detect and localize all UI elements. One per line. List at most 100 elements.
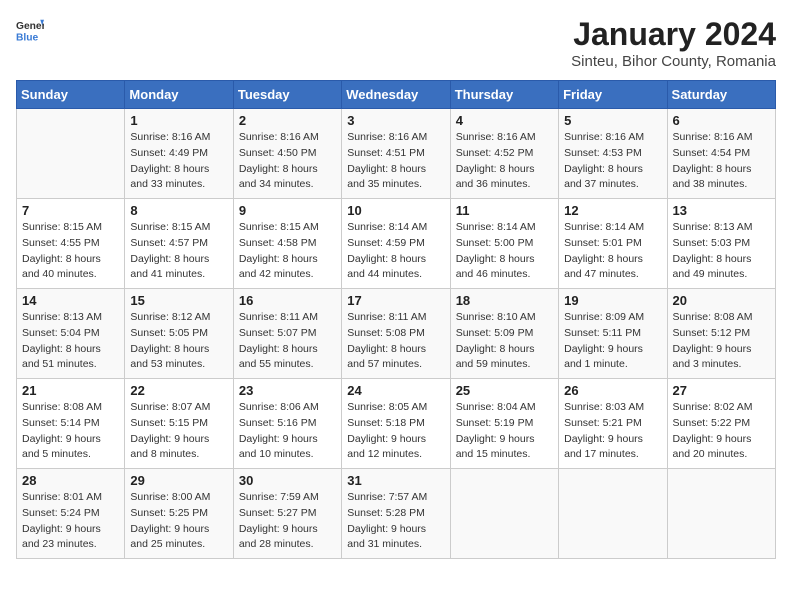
svg-text:Blue: Blue xyxy=(16,32,39,43)
table-row xyxy=(450,469,558,559)
day-info: Sunrise: 8:02 AMSunset: 5:22 PMDaylight:… xyxy=(673,400,770,463)
page-header: General Blue January 2024 Sinteu, Bihor … xyxy=(16,16,776,70)
day-number: 22 xyxy=(130,383,227,398)
day-number: 29 xyxy=(130,473,227,488)
day-info: Sunrise: 8:01 AMSunset: 5:24 PMDaylight:… xyxy=(22,490,119,553)
table-row: 1 Sunrise: 8:16 AMSunset: 4:49 PMDaylight… xyxy=(125,109,233,199)
day-number: 15 xyxy=(130,293,227,308)
day-info: Sunrise: 8:14 AMSunset: 5:01 PMDaylight:… xyxy=(564,220,661,283)
day-number: 9 xyxy=(239,203,336,218)
day-info: Sunrise: 8:15 AMSunset: 4:57 PMDaylight:… xyxy=(130,220,227,283)
day-number: 1 xyxy=(130,113,227,128)
table-row xyxy=(559,469,667,559)
table-row: 4Sunrise: 8:16 AMSunset: 4:52 PMDaylight… xyxy=(450,109,558,199)
table-row: 27 Sunrise: 8:02 AMSunset: 5:22 PMDayligh… xyxy=(667,379,775,469)
day-info: Sunrise: 8:13 AMSunset: 5:03 PMDaylight:… xyxy=(673,220,770,283)
day-info: Sunrise: 8:16 AMSunset: 4:49 PMDaylight:… xyxy=(130,130,227,193)
calendar-week-row: 28 Sunrise: 8:01 AMSunset: 5:24 PMDayligh… xyxy=(17,469,776,559)
table-row: 31 Sunrise: 7:57 AMSunset: 5:28 PMDayligh… xyxy=(342,469,450,559)
header-thursday: Thursday xyxy=(450,81,558,109)
day-number: 4 xyxy=(456,113,553,128)
day-info: Sunrise: 8:12 AMSunset: 5:05 PMDaylight:… xyxy=(130,310,227,373)
day-number: 14 xyxy=(22,293,119,308)
day-info: Sunrise: 8:16 AMSunset: 4:51 PMDaylight:… xyxy=(347,130,444,193)
day-number: 3 xyxy=(347,113,444,128)
table-row: 5Sunrise: 8:16 AMSunset: 4:53 PMDaylight… xyxy=(559,109,667,199)
day-number: 13 xyxy=(673,203,770,218)
day-info: Sunrise: 8:00 AMSunset: 5:25 PMDaylight:… xyxy=(130,490,227,553)
day-info: Sunrise: 7:57 AMSunset: 5:28 PMDaylight:… xyxy=(347,490,444,553)
day-info: Sunrise: 8:16 AMSunset: 4:53 PMDaylight:… xyxy=(564,130,661,193)
day-number: 18 xyxy=(456,293,553,308)
day-number: 17 xyxy=(347,293,444,308)
table-row: 2 Sunrise: 8:16 AMSunset: 4:50 PMDaylight… xyxy=(233,109,341,199)
month-title: January 2024 xyxy=(571,16,776,53)
header-saturday: Saturday xyxy=(667,81,775,109)
day-number: 11 xyxy=(456,203,553,218)
day-number: 6 xyxy=(673,113,770,128)
day-info: Sunrise: 8:07 AMSunset: 5:15 PMDaylight:… xyxy=(130,400,227,463)
day-number: 10 xyxy=(347,203,444,218)
table-row: 19Sunrise: 8:09 AMSunset: 5:11 PMDayligh… xyxy=(559,289,667,379)
day-number: 28 xyxy=(22,473,119,488)
svg-text:General: General xyxy=(16,21,44,32)
table-row: 3 Sunrise: 8:16 AMSunset: 4:51 PMDaylight… xyxy=(342,109,450,199)
table-row: 30Sunrise: 7:59 AMSunset: 5:27 PMDayligh… xyxy=(233,469,341,559)
table-row: 17 Sunrise: 8:11 AMSunset: 5:08 PMDayligh… xyxy=(342,289,450,379)
day-number: 2 xyxy=(239,113,336,128)
table-row: 22 Sunrise: 8:07 AMSunset: 5:15 PMDayligh… xyxy=(125,379,233,469)
table-row: 25 Sunrise: 8:04 AMSunset: 5:19 PMDayligh… xyxy=(450,379,558,469)
calendar-table: Sunday Monday Tuesday Wednesday Thursday… xyxy=(16,80,776,559)
table-row: 15 Sunrise: 8:12 AMSunset: 5:05 PMDayligh… xyxy=(125,289,233,379)
logo-icon: General Blue xyxy=(16,16,44,44)
day-info: Sunrise: 8:10 AMSunset: 5:09 PMDaylight:… xyxy=(456,310,553,373)
table-row: 9 Sunrise: 8:15 AMSunset: 4:58 PMDaylight… xyxy=(233,199,341,289)
header-sunday: Sunday xyxy=(17,81,125,109)
day-number: 8 xyxy=(130,203,227,218)
day-number: 19 xyxy=(564,293,661,308)
day-info: Sunrise: 8:14 AMSunset: 5:00 PMDaylight:… xyxy=(456,220,553,283)
day-number: 16 xyxy=(239,293,336,308)
table-row xyxy=(17,109,125,199)
day-info: Sunrise: 8:06 AMSunset: 5:16 PMDaylight:… xyxy=(239,400,336,463)
table-row: 10 Sunrise: 8:14 AMSunset: 4:59 PMDayligh… xyxy=(342,199,450,289)
table-row: 14Sunrise: 8:13 AMSunset: 5:04 PMDayligh… xyxy=(17,289,125,379)
table-row: 7Sunrise: 8:15 AMSunset: 4:55 PMDaylight… xyxy=(17,199,125,289)
header-wednesday: Wednesday xyxy=(342,81,450,109)
table-row: 24Sunrise: 8:05 AMSunset: 5:18 PMDayligh… xyxy=(342,379,450,469)
day-info: Sunrise: 8:08 AMSunset: 5:12 PMDaylight:… xyxy=(673,310,770,373)
day-number: 31 xyxy=(347,473,444,488)
day-info: Sunrise: 8:05 AMSunset: 5:18 PMDaylight:… xyxy=(347,400,444,463)
day-info: Sunrise: 8:16 AMSunset: 4:50 PMDaylight:… xyxy=(239,130,336,193)
header-tuesday: Tuesday xyxy=(233,81,341,109)
day-info: Sunrise: 8:04 AMSunset: 5:19 PMDaylight:… xyxy=(456,400,553,463)
calendar-week-row: 14Sunrise: 8:13 AMSunset: 5:04 PMDayligh… xyxy=(17,289,776,379)
day-info: Sunrise: 8:11 AMSunset: 5:07 PMDaylight:… xyxy=(239,310,336,373)
day-number: 12 xyxy=(564,203,661,218)
day-number: 20 xyxy=(673,293,770,308)
day-number: 27 xyxy=(673,383,770,398)
table-row: 23 Sunrise: 8:06 AMSunset: 5:16 PMDayligh… xyxy=(233,379,341,469)
table-row: 16 Sunrise: 8:11 AMSunset: 5:07 PMDayligh… xyxy=(233,289,341,379)
table-row: 13 Sunrise: 8:13 AMSunset: 5:03 PMDayligh… xyxy=(667,199,775,289)
day-info: Sunrise: 8:14 AMSunset: 4:59 PMDaylight:… xyxy=(347,220,444,283)
day-number: 21 xyxy=(22,383,119,398)
day-number: 26 xyxy=(564,383,661,398)
logo: General Blue xyxy=(16,16,44,44)
calendar-week-row: 1 Sunrise: 8:16 AMSunset: 4:49 PMDaylight… xyxy=(17,109,776,199)
table-row: 29 Sunrise: 8:00 AMSunset: 5:25 PMDayligh… xyxy=(125,469,233,559)
table-row xyxy=(667,469,775,559)
day-info: Sunrise: 8:15 AMSunset: 4:58 PMDaylight:… xyxy=(239,220,336,283)
calendar-week-row: 7Sunrise: 8:15 AMSunset: 4:55 PMDaylight… xyxy=(17,199,776,289)
day-number: 23 xyxy=(239,383,336,398)
calendar-header-row: Sunday Monday Tuesday Wednesday Thursday… xyxy=(17,81,776,109)
day-number: 25 xyxy=(456,383,553,398)
header-monday: Monday xyxy=(125,81,233,109)
table-row: 11 Sunrise: 8:14 AMSunset: 5:00 PMDayligh… xyxy=(450,199,558,289)
table-row: 12 Sunrise: 8:14 AMSunset: 5:01 PMDayligh… xyxy=(559,199,667,289)
day-info: Sunrise: 8:11 AMSunset: 5:08 PMDaylight:… xyxy=(347,310,444,373)
table-row: 6Sunrise: 8:16 AMSunset: 4:54 PMDaylight… xyxy=(667,109,775,199)
table-row: 8 Sunrise: 8:15 AMSunset: 4:57 PMDaylight… xyxy=(125,199,233,289)
day-info: Sunrise: 8:08 AMSunset: 5:14 PMDaylight:… xyxy=(22,400,119,463)
table-row: 20 Sunrise: 8:08 AMSunset: 5:12 PMDayligh… xyxy=(667,289,775,379)
